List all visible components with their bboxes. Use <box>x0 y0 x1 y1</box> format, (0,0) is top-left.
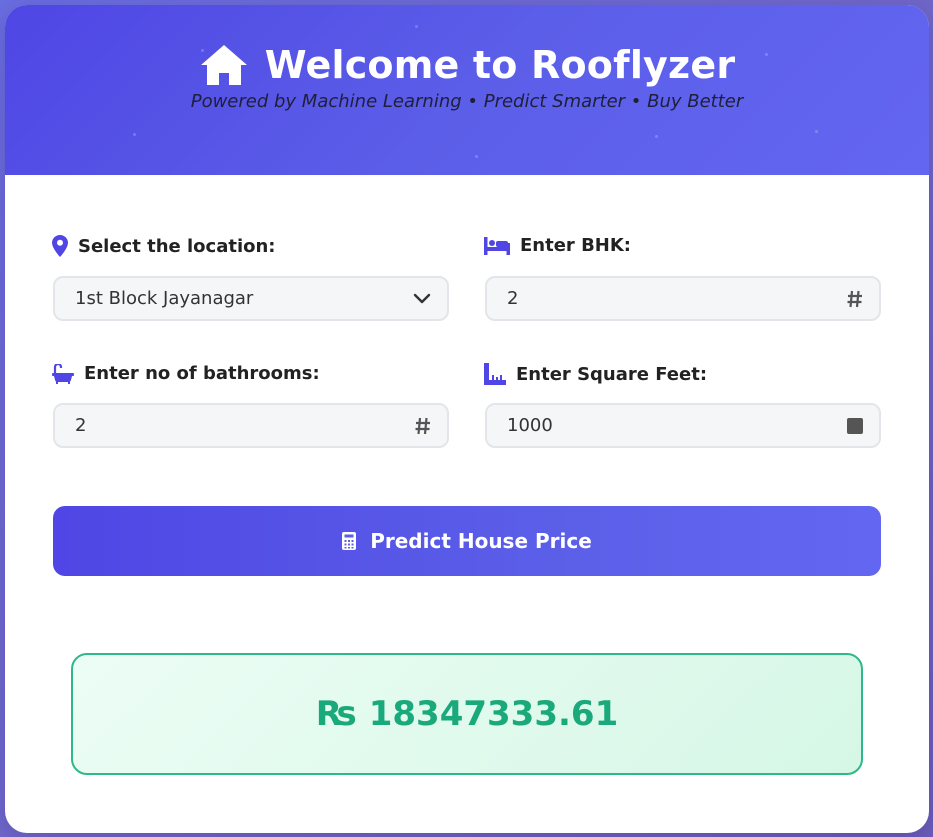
title-row: Welcome to Rooflyzer <box>5 43 929 87</box>
predict-button[interactable]: Predict House Price <box>53 506 881 576</box>
bhk-input-value: 2 <box>507 288 519 309</box>
bathrooms-input-value: 2 <box>75 415 87 436</box>
hash-icon <box>415 417 431 435</box>
location-label: Select the location: <box>52 235 276 257</box>
sqft-input[interactable]: 1000 <box>485 403 881 448</box>
bhk-input[interactable]: 2 <box>485 276 881 321</box>
bath-icon <box>52 363 74 384</box>
predicted-price: 18347333.61 <box>368 694 619 734</box>
map-pin-icon <box>52 235 68 257</box>
main-card: Welcome to Rooflyzer Powered by Machine … <box>5 5 929 833</box>
sqft-label: Enter Square Feet: <box>484 363 707 385</box>
bathrooms-label: Enter no of bathrooms: <box>52 363 320 384</box>
result-box: ₨ 18347333.61 <box>71 653 863 775</box>
calculator-icon <box>342 532 357 550</box>
bed-icon <box>484 236 510 255</box>
home-icon <box>200 45 247 85</box>
predict-button-label: Predict House Price <box>370 529 592 553</box>
bhk-label: Enter BHK: <box>484 235 631 256</box>
bathrooms-input[interactable]: 2 <box>53 403 449 448</box>
rupee-icon: ₨ <box>315 694 357 734</box>
location-select-value: 1st Block Jayanagar <box>75 288 254 309</box>
location-select[interactable]: 1st Block Jayanagar <box>53 276 449 321</box>
page-subtitle: Powered by Machine Learning • Predict Sm… <box>190 91 744 112</box>
hash-icon <box>847 290 863 308</box>
header-banner: Welcome to Rooflyzer Powered by Machine … <box>5 5 929 175</box>
sqft-input-value: 1000 <box>507 415 553 436</box>
square-icon <box>847 417 863 434</box>
ruler-icon <box>484 363 506 385</box>
page-title: Welcome to Rooflyzer <box>264 43 736 87</box>
chevron-down-icon <box>413 293 431 305</box>
